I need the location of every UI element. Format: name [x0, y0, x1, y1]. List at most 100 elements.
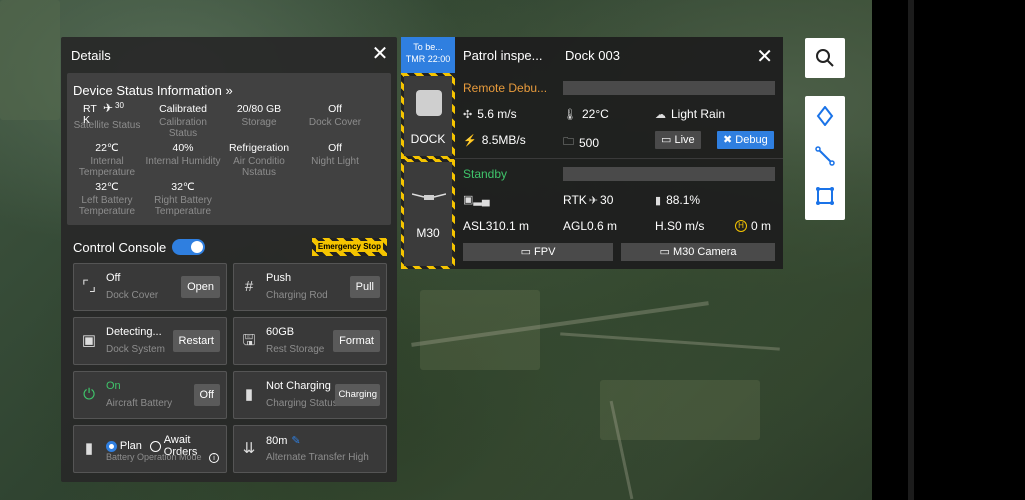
asl-value: 310.1 m — [485, 219, 530, 233]
stat-value: 40% — [172, 142, 194, 154]
stat-label: Left Battery Temperature — [78, 195, 136, 217]
stat-satellite: RT K ✈ 30 Satellite Status — [69, 101, 145, 139]
card-label: Dock Cover — [106, 290, 159, 301]
card-label: Aircraft Battery — [106, 398, 173, 409]
await-orders-radio[interactable] — [149, 440, 161, 452]
rain-cloud-icon: ☁ — [655, 108, 666, 121]
dock-state: Remote Debu... — [463, 81, 548, 95]
card-value: 60GB — [266, 326, 295, 338]
polygon-icon[interactable] — [805, 176, 845, 216]
card-value: Push — [266, 272, 292, 284]
emergency-stop-button[interactable]: Emergency Stop — [311, 238, 387, 256]
close-icon[interactable]: ✕ — [756, 44, 773, 69]
aircraft-battery-off-button[interactable]: Off — [193, 384, 220, 406]
card-label: Charging Rod — [266, 290, 328, 301]
point-icon[interactable] — [805, 96, 845, 136]
network-value: 8.5MB/s — [481, 133, 526, 147]
control-console-toggle[interactable] — [172, 239, 206, 255]
open-dock-cover-button[interactable]: Open — [181, 276, 220, 298]
live-button[interactable]: ▭ Live — [655, 131, 701, 149]
satellite-icon: ✈ — [588, 194, 599, 207]
stat-air-conditioner: Refrigeration Air Conditio Nstatus — [221, 142, 297, 179]
pull-charging-rod-button[interactable]: Pull — [349, 276, 380, 298]
stat-value: 32℃ — [95, 181, 119, 193]
network-speed: ⚡ 8.5MB/s — [463, 133, 526, 147]
fpv-button[interactable]: ▭ FPV — [463, 243, 613, 261]
storage-icon: 🖫 — [242, 332, 256, 349]
stat-internal-humidity: 40% Internal Humidity — [145, 143, 221, 178]
details-title: Details — [71, 47, 111, 63]
stat-label: Internal Humidity — [145, 156, 221, 167]
search-icon[interactable] — [805, 38, 845, 78]
task-badge-time: TMR 22:00 — [405, 54, 451, 64]
rtk-label: RTK — [563, 193, 587, 207]
card-dock-cover: ⌜⌟ Off Dock Cover Open — [73, 263, 227, 311]
stat-internal-temperature: 22℃ Internal Temperature — [69, 143, 145, 179]
battery-icon: ▮ — [244, 386, 254, 403]
device-status-section: Device Status Information » RT K ✈ 30 Sa… — [67, 73, 391, 225]
drone-battery: ▮ 88.1% — [655, 193, 700, 207]
dock-name: Dock 003 — [565, 47, 620, 63]
home-distance-value: 0 m — [751, 219, 772, 233]
search-tool[interactable] — [805, 38, 845, 78]
card-value: Not Charging — [266, 380, 331, 392]
flight-count: 🗀 500 — [563, 133, 599, 152]
format-storage-button[interactable]: Format — [333, 330, 380, 352]
wind-value: 5.6 m/s — [477, 107, 517, 121]
temperature-value: 22°C — [581, 107, 609, 121]
draw-tools — [805, 96, 845, 220]
drone-state: Standby — [463, 167, 508, 181]
temperature: 🌡 22°C — [563, 107, 609, 121]
details-panel: Details ✕ Device Status Information » RT… — [61, 37, 397, 482]
card-value: On — [106, 380, 121, 392]
drone-icon — [412, 193, 446, 200]
wind-icon: ✣ — [463, 108, 473, 121]
drone-device-row: M30 Standby ▣▂▄ RTK ✈ 30 ▮ 88.1% ASL 310.1 m… — [401, 159, 783, 269]
charging-button[interactable]: Charging — [335, 384, 380, 406]
drone-device-name: M30 — [416, 226, 440, 240]
battery-icon: ▮ — [655, 194, 662, 207]
close-icon[interactable]: ✕ — [369, 43, 391, 65]
card-label: Charging Status — [266, 398, 338, 409]
charging-rod-icon: # — [244, 278, 254, 295]
info-icon[interactable]: i — [209, 453, 219, 463]
home-distance: H 0 m — [735, 219, 771, 233]
drone-thumbnail[interactable]: M30 — [401, 159, 455, 269]
power-icon: ⏻ — [83, 386, 95, 403]
dock-progress-bar — [563, 81, 775, 95]
task-badge-status: To be... — [413, 42, 443, 52]
stat-value: Refrigeration — [228, 142, 290, 154]
satellite-icon: ✈ — [103, 101, 114, 115]
card-battery-operation-mode: ▮ Plan Await Orders Battery Operation Mo… — [73, 425, 227, 473]
stat-storage: 20/80 GB Storage — [221, 104, 297, 139]
hs-label: H.S — [655, 219, 676, 233]
line-icon[interactable] — [805, 136, 845, 176]
hs-value: 0 m/s — [675, 219, 705, 233]
debug-button[interactable]: ✖ Debug — [717, 131, 774, 149]
stat-left-battery-temp: 32℃ Left Battery Temperature — [69, 181, 145, 218]
dock-image — [416, 90, 442, 116]
edit-icon[interactable]: ✎ — [291, 435, 300, 447]
card-value: Off — [106, 272, 121, 284]
debug-label: Debug — [735, 134, 768, 146]
dock-thumbnail[interactable]: DOCK — [401, 73, 455, 159]
task-badge[interactable]: To be... TMR 22:00 — [401, 37, 455, 73]
network-icon: ⚡ — [463, 134, 477, 147]
details-header: Details ✕ — [61, 37, 397, 73]
plan-radio[interactable] — [106, 440, 117, 452]
signal-icon: ▣▂▄ — [463, 194, 490, 206]
drone-rtk: RTK ✈ 30 — [563, 193, 613, 207]
stat-label: Night Light — [311, 156, 359, 167]
stat-label: Dock Cover — [308, 117, 362, 128]
stat-value: 20/80 GB — [236, 103, 282, 115]
card-rest-storage: 🖫 60GB Rest Storage Format — [233, 317, 387, 365]
restart-dock-button[interactable]: Restart — [172, 330, 220, 352]
right-gutter — [872, 0, 1025, 500]
fpv-label: FPV — [534, 246, 556, 258]
live-label: Live — [674, 134, 695, 146]
rtk-label-bottom: K — [83, 114, 91, 126]
video-icon: ▭ — [661, 134, 675, 146]
m30-camera-button[interactable]: ▭ M30 Camera — [621, 243, 775, 261]
stat-night-light: Off Night Light — [297, 143, 373, 178]
wind-speed: ✣ 5.6 m/s — [463, 107, 517, 121]
